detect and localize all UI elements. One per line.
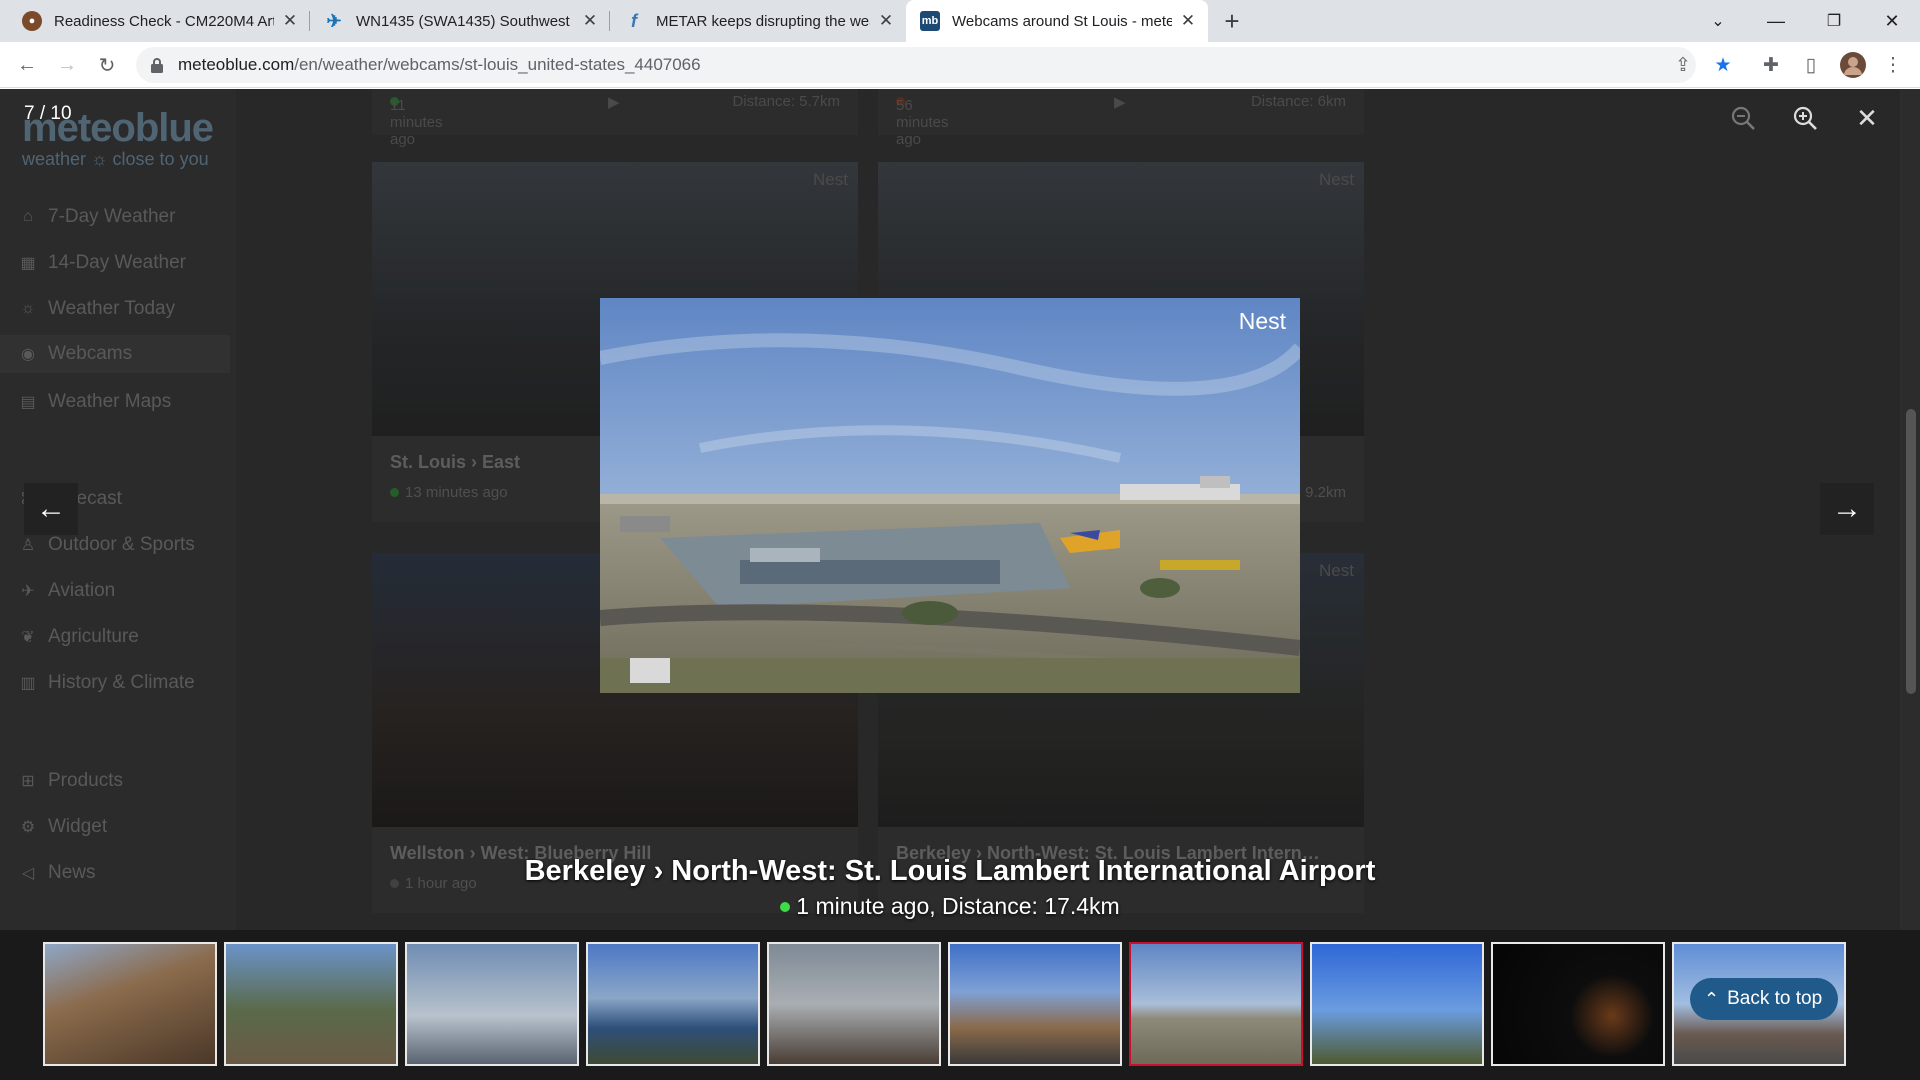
close-lightbox-icon[interactable]: ✕ [1850, 101, 1884, 135]
back-to-top-button[interactable]: ⌃ Back to top [1690, 978, 1839, 1020]
extensions-icon[interactable]: ✚ [1756, 50, 1786, 80]
browser-toolbar: ← → ↻ meteoblue.com/en/weather/webcams/s… [0, 42, 1920, 88]
close-tab-icon[interactable]: ✕ [280, 11, 300, 31]
zoom-out-icon[interactable] [1726, 101, 1760, 135]
tab-readiness-check[interactable]: ● Readiness Check - CM220M4 Art ✕ [8, 0, 310, 42]
thumbnail-9[interactable] [1491, 942, 1665, 1066]
reload-icon[interactable]: ↻ [92, 50, 122, 80]
thumbnail-3[interactable] [405, 942, 579, 1066]
image-counter: 7 / 10 [24, 103, 72, 124]
thumbnail-6[interactable] [948, 942, 1122, 1066]
lock-icon [150, 57, 164, 73]
tab-flight[interactable]: ✈ WN1435 (SWA1435) Southwest Fl ✕ [310, 0, 610, 42]
side-panel-icon[interactable]: ▯ [1796, 50, 1826, 80]
close-tab-icon[interactable]: ✕ [580, 11, 600, 31]
tab-search-chevron-icon[interactable]: ⌄ [1690, 0, 1746, 42]
thumbnail-5[interactable] [767, 942, 941, 1066]
bookmark-star-icon[interactable]: ★ [1708, 50, 1738, 80]
thumbnail-strip [0, 930, 1920, 1080]
tab-metar[interactable]: f METAR keeps disrupting the wea ✕ [610, 0, 906, 42]
webcam-caption-title: Berkeley › North-West: St. Louis Lambert… [524, 855, 1376, 887]
avatar[interactable] [1838, 50, 1868, 80]
tab-label: WN1435 (SWA1435) Southwest Fl [356, 12, 574, 30]
webcam-caption-meta: 1 minute ago, Distance: 17.4km [0, 893, 1900, 920]
menu-icon[interactable]: ⋮ [1878, 50, 1908, 80]
thumbnail-4[interactable] [586, 942, 760, 1066]
restore-icon[interactable]: ❐ [1806, 0, 1862, 42]
close-tab-icon[interactable]: ✕ [876, 11, 896, 31]
new-tab-icon[interactable]: + [1218, 8, 1246, 36]
badge-icon: ● [22, 11, 42, 31]
browser-window: ● Readiness Check - CM220M4 Art ✕ ✈ WN14… [0, 0, 1920, 1080]
tab-label: Webcams around St Louis - mete [952, 12, 1172, 30]
tab-bar: ● Readiness Check - CM220M4 Art ✕ ✈ WN14… [0, 0, 1920, 42]
thumbnail-2[interactable] [224, 942, 398, 1066]
nest-watermark: Nest [1238, 308, 1286, 334]
forward-icon[interactable]: → [52, 50, 82, 80]
thumbnail-1[interactable] [43, 942, 217, 1066]
minimize-icon[interactable]: — [1748, 0, 1804, 42]
meteoblue-favicon-icon: mb [920, 11, 940, 31]
url-host: meteoblue.com [178, 55, 295, 74]
status-dot [780, 901, 791, 912]
address-bar[interactable]: meteoblue.com/en/weather/webcams/st-loui… [136, 47, 1696, 83]
share-icon[interactable]: ⇪ [1668, 50, 1698, 80]
f-logo-icon: f [631, 10, 637, 31]
next-arrow-icon[interactable]: → [1820, 483, 1874, 535]
back-icon[interactable]: ← [12, 50, 42, 80]
close-window-icon[interactable]: ✕ [1864, 0, 1920, 42]
webcam-main-image[interactable]: Nest [600, 298, 1300, 693]
tab-webcams[interactable]: mb Webcams around St Louis - mete ✕ [906, 0, 1208, 42]
thumbnail-7-selected[interactable] [1129, 942, 1303, 1066]
url-path: /en/weather/webcams/st-louis_united-stat… [294, 55, 701, 74]
tab-label: Readiness Check - CM220M4 Art [54, 12, 274, 30]
plane-icon: ✈ [326, 10, 342, 31]
zoom-in-icon[interactable] [1788, 101, 1822, 135]
thumbnail-8[interactable] [1310, 942, 1484, 1066]
close-tab-icon[interactable]: ✕ [1178, 11, 1198, 31]
previous-arrow-icon[interactable]: ← [24, 483, 78, 535]
tab-label: METAR keeps disrupting the wea [656, 12, 870, 30]
chevron-up-icon: ⌃ [1704, 988, 1720, 1009]
